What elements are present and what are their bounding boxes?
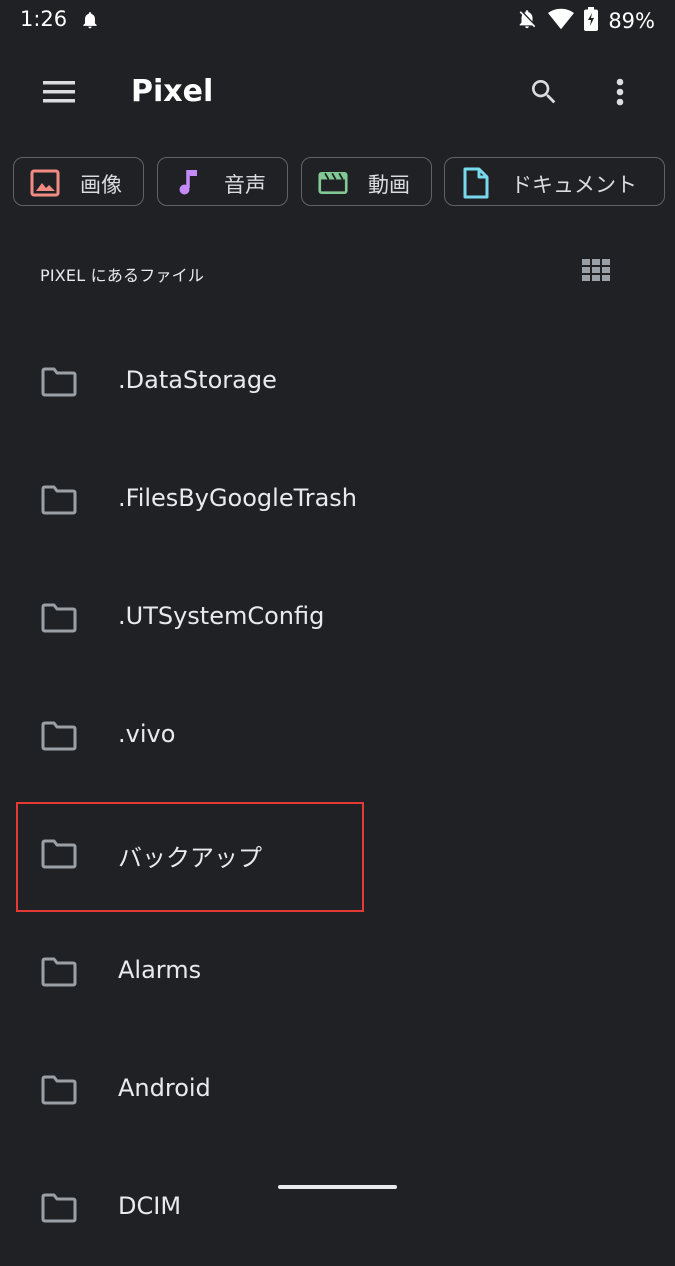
folder-icon <box>41 721 77 751</box>
search-icon <box>528 76 560 112</box>
menu-icon <box>43 81 75 107</box>
document-icon <box>461 167 491 199</box>
folder-icon <box>41 1075 77 1105</box>
folder-row[interactable]: Android <box>0 1030 675 1148</box>
search-button[interactable] <box>520 70 568 118</box>
folder-name: Android <box>118 1074 211 1102</box>
folder-row[interactable]: .UTSystemConfig <box>0 558 675 676</box>
more-vert-icon <box>615 78 625 110</box>
folder-row[interactable]: Alarms <box>0 912 675 1030</box>
grid-view-icon <box>582 259 610 285</box>
folder-name: .vivo <box>118 720 176 748</box>
folder-name: Alarms <box>118 956 202 984</box>
bell-icon <box>80 9 100 35</box>
chip-videos[interactable]: 動画 <box>301 157 432 206</box>
chip-label-videos: 動画 <box>368 173 410 197</box>
chip-label-documents: ドキュメント <box>511 173 637 197</box>
status-bar: 1:26 89% <box>0 0 675 42</box>
folder-row[interactable]: .FilesByGoogleTrash <box>0 440 675 558</box>
notifications-off-icon <box>516 8 538 34</box>
folder-icon <box>41 603 77 633</box>
chip-documents[interactable]: ドキュメント <box>444 157 665 206</box>
folder-row[interactable]: .DataStorage <box>0 322 675 440</box>
section-title: PIXEL にあるファイル <box>40 266 205 285</box>
movie-icon <box>318 168 348 198</box>
battery-percentage: 89% <box>608 9 655 33</box>
chip-images[interactable]: 画像 <box>13 157 144 206</box>
music-note-icon <box>174 168 204 198</box>
folder-icon <box>41 839 77 869</box>
battery-charging-icon <box>584 7 599 35</box>
status-time: 1:26 <box>20 7 68 31</box>
folder-row[interactable]: .vivo <box>0 676 675 794</box>
chip-label-audio: 音声 <box>224 173 266 197</box>
app-toolbar: Pixel <box>0 50 675 136</box>
folder-name: バックアップ <box>118 844 262 872</box>
folder-icon <box>41 1193 77 1223</box>
folder-name: .FilesByGoogleTrash <box>118 484 358 512</box>
page-title: Pixel <box>131 74 214 109</box>
gesture-nav-bar[interactable] <box>278 1185 397 1189</box>
folder-row[interactable]: DCIM <box>0 1148 675 1266</box>
more-options-button[interactable] <box>596 70 644 118</box>
menu-button[interactable] <box>33 72 85 116</box>
chip-label-images: 画像 <box>80 173 122 197</box>
folder-name: .UTSystemConfig <box>118 602 325 630</box>
folder-name: DCIM <box>118 1192 182 1220</box>
folder-icon <box>41 367 77 397</box>
folder-name: .DataStorage <box>118 366 277 394</box>
folder-row[interactable]: バックアップ <box>0 794 675 912</box>
chip-audio[interactable]: 音声 <box>157 157 288 206</box>
image-icon <box>30 168 60 198</box>
status-icons: 89% <box>516 7 655 35</box>
grid-view-toggle[interactable] <box>574 252 618 292</box>
folder-icon <box>41 485 77 515</box>
wifi-icon <box>548 8 575 34</box>
folder-icon <box>41 957 77 987</box>
